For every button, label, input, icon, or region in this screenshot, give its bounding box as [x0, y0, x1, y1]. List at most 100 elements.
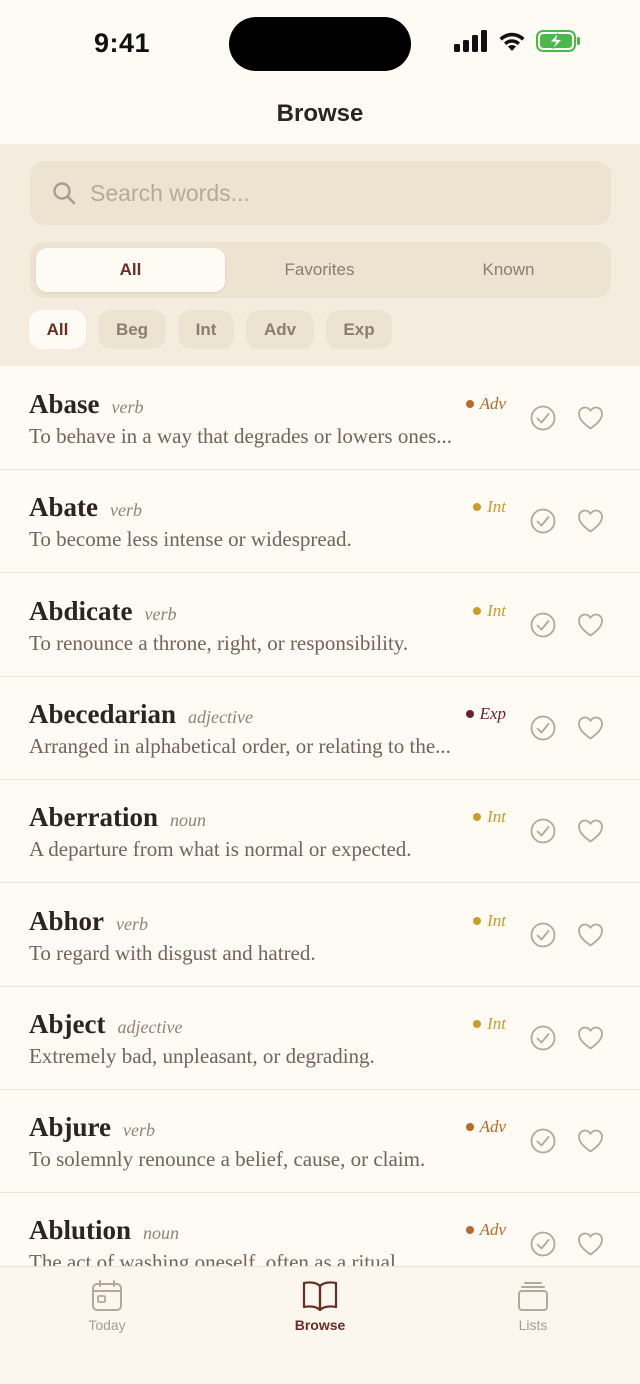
- word-title: Abecedarian adjective: [29, 699, 253, 730]
- word-text: Abhor: [29, 905, 105, 936]
- word-row[interactable]: Abate verb To become less intense or wides…: [0, 470, 640, 574]
- word-row[interactable]: Ablution noun The act of washing oneself, …: [0, 1193, 640, 1266]
- tab-label: Browse: [294, 1317, 346, 1333]
- status-time: 9:41: [94, 28, 151, 58]
- level-label: Int: [487, 807, 506, 827]
- level-dot: [465, 400, 474, 408]
- level-badge: Int: [473, 911, 506, 931]
- word-row[interactable]: Abase verb To behave in a way that degrade…: [0, 367, 640, 470]
- filter-panel: Search words... All Favorites Known All …: [0, 144, 640, 366]
- word-title: Aberration noun: [29, 802, 206, 833]
- mark-known-icon[interactable]: [530, 405, 556, 431]
- tab-browse[interactable]: Browse: [260, 1279, 380, 1333]
- favorite-heart-icon[interactable]: [577, 715, 604, 741]
- word-title: Abdicate verb: [29, 596, 176, 627]
- mark-known-icon[interactable]: [530, 1128, 556, 1154]
- level-dot: [473, 1019, 482, 1028]
- word-title: Ablution noun: [29, 1215, 179, 1246]
- word-text: Ablution: [29, 1215, 132, 1246]
- mark-known-icon[interactable]: [530, 1025, 556, 1051]
- word-text: Abase: [29, 389, 100, 419]
- calendar-icon: [92, 1280, 122, 1311]
- level-label: Int: [487, 600, 506, 620]
- battery-charging-icon: [536, 30, 580, 52]
- word-row[interactable]: Abecedarian adjective Arranged in alphabet…: [0, 677, 640, 780]
- word-list: Abase verb To behave in a way that degrade…: [0, 367, 640, 1266]
- level-filter-chips: All Beg Int Adv Exp: [29, 310, 392, 349]
- part-of-speech: verb: [144, 603, 177, 624]
- level-label: Exp: [479, 703, 506, 723]
- chip-adv[interactable]: Adv: [246, 310, 314, 349]
- part-of-speech: verb: [123, 1120, 155, 1141]
- chip-exp[interactable]: Exp: [326, 310, 392, 349]
- chip-beg[interactable]: Beg: [98, 310, 166, 349]
- word-text: Abject: [29, 1008, 106, 1039]
- level-dot: [465, 709, 474, 718]
- word-definition: A departure from what is normal or expec…: [29, 837, 412, 862]
- favorite-heart-icon[interactable]: [577, 1128, 604, 1154]
- word-text: Aberration: [29, 802, 158, 833]
- word-title: Abhor verb: [29, 906, 148, 937]
- tab-today[interactable]: Today: [47, 1279, 167, 1333]
- word-text: Abecedarian: [29, 698, 176, 729]
- tab-bar: Today Browse Lists: [0, 1266, 640, 1384]
- word-row[interactable]: Aberration noun A departure from what is n…: [0, 780, 640, 884]
- level-label: Adv: [479, 1117, 506, 1137]
- mark-known-icon[interactable]: [530, 715, 556, 741]
- segment-known[interactable]: Known: [414, 248, 603, 292]
- search-input[interactable]: Search words...: [30, 161, 611, 225]
- word-row[interactable]: Abject adjective Extremely bad, unpleasant…: [0, 987, 640, 1090]
- favorite-heart-icon[interactable]: [577, 508, 604, 534]
- word-title: Abate verb: [29, 492, 142, 523]
- mark-known-icon[interactable]: [530, 818, 556, 844]
- word-definition: Extremely bad, unpleasant, or degrading.: [29, 1043, 375, 1068]
- word-title: Abject adjective: [29, 1009, 182, 1040]
- part-of-speech: noun: [143, 1223, 180, 1244]
- cellular-signal-icon: [454, 30, 487, 52]
- part-of-speech: noun: [169, 810, 206, 831]
- favorite-heart-icon[interactable]: [577, 818, 604, 844]
- segmented-control: All Favorites Known: [30, 242, 611, 298]
- status-icons: [454, 30, 582, 52]
- favorite-heart-icon[interactable]: [577, 612, 604, 638]
- favorite-heart-icon[interactable]: [577, 405, 604, 431]
- word-definition: To renounce a throne, right, or responsi…: [29, 630, 409, 655]
- mark-known-icon[interactable]: [530, 1231, 556, 1257]
- segment-all[interactable]: All: [36, 248, 225, 292]
- level-badge: Adv: [465, 1220, 506, 1240]
- word-row[interactable]: Abhor verb To regard with disgust and hatr…: [0, 884, 640, 987]
- chip-all[interactable]: All: [29, 310, 86, 349]
- level-badge: Adv: [465, 1117, 506, 1137]
- status-bar: 9:41: [0, 0, 640, 88]
- mark-known-icon[interactable]: [530, 508, 556, 534]
- chip-int[interactable]: Int: [178, 310, 234, 349]
- word-row[interactable]: Abjure verb To solemnly renounce a belief,…: [0, 1090, 640, 1194]
- part-of-speech: verb: [116, 913, 148, 934]
- favorite-heart-icon[interactable]: [577, 1025, 604, 1051]
- word-text: Abjure: [29, 1112, 112, 1143]
- favorite-heart-icon[interactable]: [577, 1231, 604, 1257]
- wifi-icon: [499, 32, 525, 51]
- level-badge: Int: [473, 497, 506, 517]
- mark-known-icon[interactable]: [530, 922, 556, 948]
- page-title: Browse: [276, 100, 364, 127]
- word-definition: To regard with disgust and hatred.: [29, 940, 316, 965]
- level-label: Int: [487, 1013, 506, 1033]
- favorite-heart-icon[interactable]: [577, 922, 604, 948]
- level-badge: Int: [473, 1014, 506, 1034]
- level-badge: Int: [473, 807, 506, 827]
- word-title: Abjure verb: [29, 1112, 155, 1143]
- search-icon: [53, 182, 76, 205]
- word-text: Abdicate: [29, 595, 133, 626]
- part-of-speech: adjective: [187, 706, 253, 727]
- word-definition: To behave in a way that degrades or lowe…: [29, 424, 453, 448]
- word-definition: The act of washing oneself, often as a r…: [29, 1250, 402, 1266]
- level-dot: [473, 916, 482, 925]
- mark-known-icon[interactable]: [530, 612, 556, 638]
- word-row[interactable]: Abdicate verb To renounce a throne, right,…: [0, 574, 640, 677]
- level-dot: [465, 1123, 474, 1132]
- tab-label: Today: [88, 1317, 126, 1333]
- segment-favorites[interactable]: Favorites: [225, 248, 414, 292]
- tab-lists[interactable]: Lists: [473, 1279, 593, 1333]
- part-of-speech: verb: [110, 500, 142, 521]
